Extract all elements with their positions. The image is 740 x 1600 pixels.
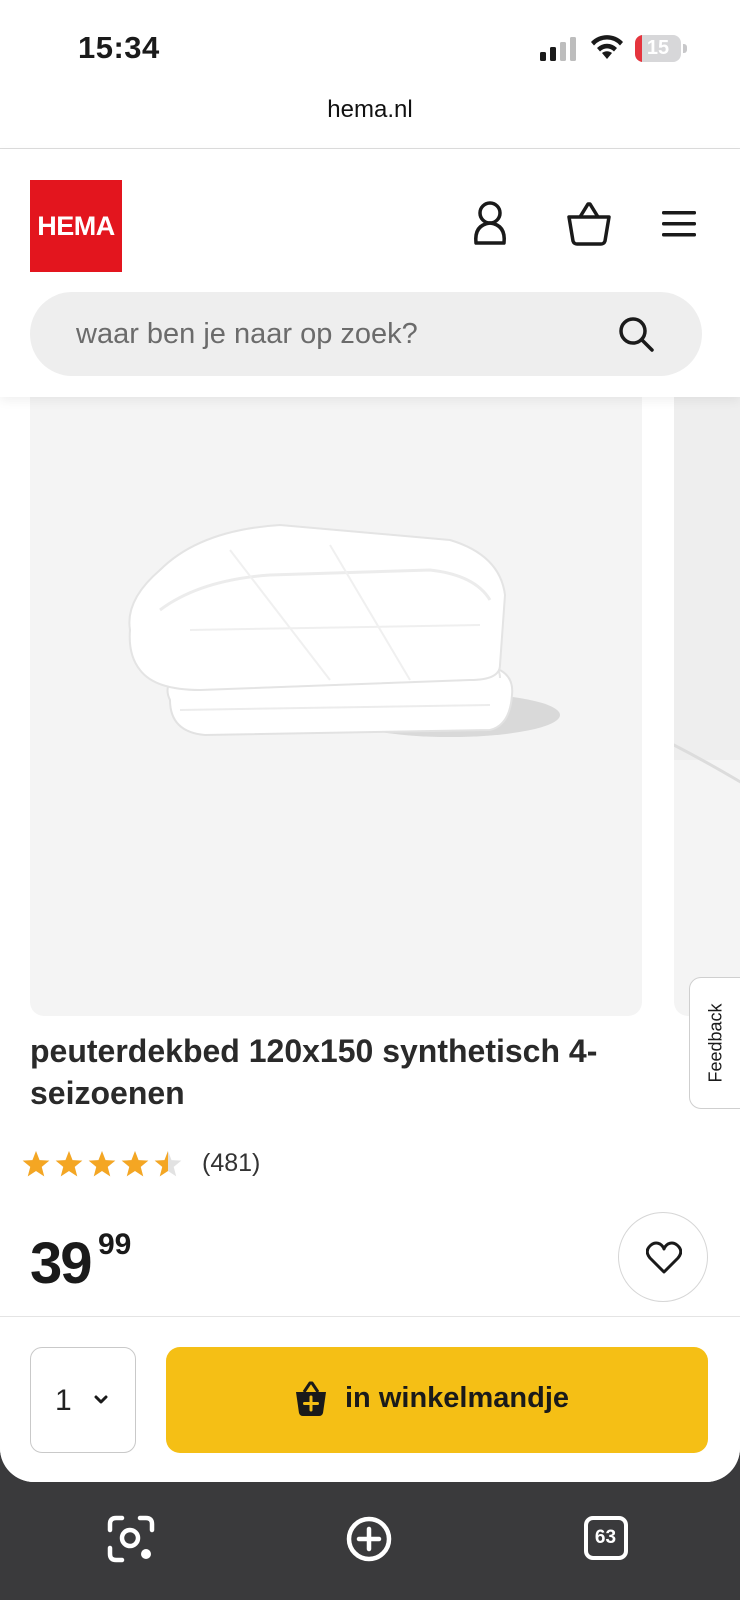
star-filled — [121, 1151, 149, 1177]
account-icon[interactable] — [468, 199, 512, 247]
address-bar-url[interactable]: hema.nl — [0, 96, 740, 124]
tabs-icon[interactable]: 63 — [584, 1516, 628, 1560]
basket-plus-icon — [296, 1381, 326, 1416]
heart-icon — [646, 1241, 682, 1274]
battery-tip — [683, 44, 687, 53]
star-filled — [55, 1151, 83, 1177]
review-count[interactable]: (481) — [202, 1149, 260, 1178]
chevron-down-icon — [94, 1395, 108, 1404]
battery-level: 15 — [646, 37, 670, 59]
product-title: peuterdekbed 120x150 synthetisch 4-seizo… — [30, 1033, 598, 1111]
battery-icon: 15 — [635, 35, 687, 62]
basket-icon[interactable] — [566, 199, 612, 247]
feedback-tab[interactable]: Feedback — [689, 977, 740, 1109]
quantity-select[interactable]: 1 — [30, 1347, 136, 1453]
site-header: HEMA — [0, 149, 740, 397]
product-price: 39 99 — [30, 1228, 131, 1297]
new-tab-icon[interactable] — [344, 1514, 394, 1564]
duvet-image — [128, 523, 560, 737]
price-decimals: 99 — [98, 1228, 132, 1261]
add-to-cart-button[interactable]: in winkelmandje — [166, 1347, 708, 1453]
quantity-value: 1 — [55, 1384, 72, 1417]
next-product-image[interactable] — [674, 380, 740, 1016]
next-image-preview — [674, 380, 740, 784]
search-bar[interactable] — [30, 292, 702, 376]
product-image[interactable] — [30, 380, 642, 1016]
buy-bar: 1 in winkelmandje — [0, 1316, 740, 1482]
status-time: 15:34 — [78, 30, 160, 65]
price-whole: 39 — [30, 1231, 92, 1296]
tab-count: 63 — [594, 1527, 617, 1548]
menu-icon[interactable] — [660, 199, 698, 247]
wifi-icon — [591, 35, 623, 59]
star-filled — [22, 1151, 50, 1177]
search-icon[interactable] — [616, 314, 656, 354]
star-rating — [22, 1151, 182, 1177]
status-bar: 15:34 15 — [0, 0, 740, 90]
star-filled — [88, 1151, 116, 1177]
add-to-cart-label: in winkelmandje — [345, 1382, 569, 1414]
search-input[interactable] — [76, 292, 616, 376]
signal-icon — [540, 37, 576, 61]
battery-body: 15 — [635, 35, 681, 62]
favorite-button[interactable] — [618, 1212, 708, 1302]
visual-search-icon[interactable] — [106, 1514, 156, 1564]
hema-logo[interactable]: HEMA — [30, 180, 122, 272]
screen: 15:34 15 hema.nl HEMA waar ben je naar o… — [0, 0, 740, 1482]
feedback-label: Feedback — [705, 1003, 726, 1083]
